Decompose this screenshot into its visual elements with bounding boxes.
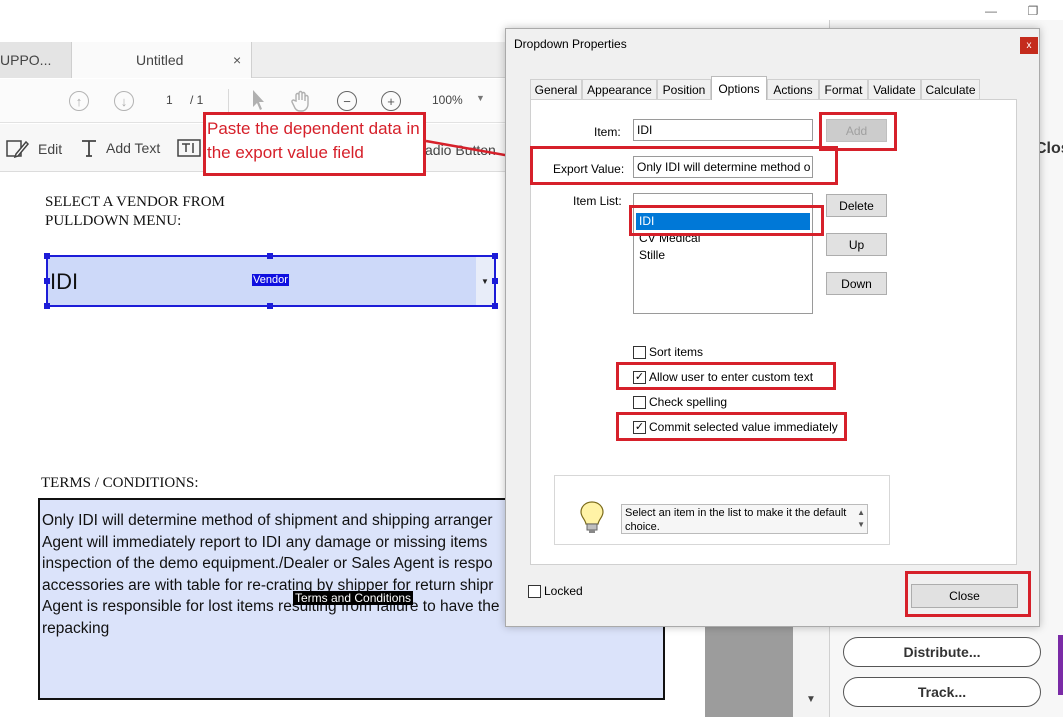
sort-items-checkbox[interactable]: Sort items	[633, 345, 703, 359]
checkbox-label: Locked	[544, 584, 583, 598]
minimize-icon[interactable]: —	[976, 0, 1006, 22]
annotation-text: Paste the dependent data in the export v…	[207, 119, 420, 162]
field-name-tag: Vendor	[252, 274, 289, 286]
resize-handle[interactable]	[44, 303, 50, 309]
edit-button[interactable]: Edit	[6, 138, 62, 160]
tab-position[interactable]: Position	[657, 79, 711, 99]
terms-heading: TERMS / CONDITIONS:	[41, 475, 199, 491]
resize-handle[interactable]	[44, 253, 50, 259]
checkbox-box	[528, 584, 541, 598]
page-number-input[interactable]: 1	[166, 93, 173, 107]
tip-message: Select an item in the list to make it th…	[625, 507, 847, 533]
page-total: / 1	[190, 93, 204, 107]
tab-calculate[interactable]: Calculate	[921, 79, 980, 99]
track-button[interactable]: Track...	[843, 677, 1041, 707]
close-button[interactable]: Close	[911, 584, 1018, 608]
tab-format[interactable]: Format	[819, 79, 868, 99]
tab-options[interactable]: Options	[711, 76, 767, 100]
tab-general[interactable]: General	[530, 79, 582, 99]
text-field-icon	[177, 139, 201, 157]
locked-checkbox[interactable]: Locked	[528, 584, 583, 598]
page-gutter	[705, 620, 793, 717]
check-icon: ✓	[633, 370, 646, 384]
checkbox-label: Check spelling	[649, 395, 728, 409]
tip-scroll-icon[interactable]: ▲ ▼	[857, 507, 865, 531]
document-tab-bar: UPPO... Untitled ×	[0, 42, 520, 78]
tip-text: Select an item in the list to make it th…	[621, 504, 868, 534]
accent-bar	[1058, 635, 1063, 695]
edit-label: Edit	[38, 141, 63, 157]
vendor-dropdown-field[interactable]: IDI Vendor ▼	[44, 253, 498, 309]
resize-handle[interactable]	[267, 253, 273, 259]
window-top-bar: — ❐	[0, 0, 1063, 22]
lightbulb-icon	[580, 501, 604, 533]
edit-icon	[6, 140, 30, 159]
document-scrollbar[interactable]: ▼	[793, 620, 829, 717]
checkbox-box	[633, 395, 646, 409]
export-value-label: Export Value:	[553, 162, 625, 176]
toolbar-divider	[228, 89, 229, 113]
resize-handle[interactable]	[492, 303, 498, 309]
tab-appearance[interactable]: Appearance	[582, 79, 657, 99]
checkbox-label: Commit selected value immediately	[649, 420, 838, 434]
tab-label: Untitled	[136, 52, 184, 68]
export-value-input[interactable]: Only IDI will determine method o	[633, 156, 813, 178]
delete-button[interactable]: Delete	[826, 194, 887, 217]
vendor-heading: SELECT A VENDOR FROM PULLDOWN MENU:	[45, 194, 225, 229]
vendor-field-value: IDI	[50, 269, 79, 294]
list-item[interactable]: IDI	[636, 213, 810, 230]
hand-icon[interactable]	[290, 89, 314, 113]
commit-immediately-checkbox[interactable]: ✓ Commit selected value immediately	[633, 420, 838, 434]
annotation-callout: Paste the dependent data in the export v…	[203, 112, 426, 176]
dialog-title: Dropdown Properties	[514, 37, 627, 51]
zoom-level-select[interactable]: 100%	[432, 93, 463, 107]
tab-actions[interactable]: Actions	[767, 79, 819, 99]
up-button[interactable]: Up	[826, 233, 887, 256]
resize-handle[interactable]	[267, 303, 273, 309]
scroll-down-icon[interactable]: ▼	[793, 694, 829, 705]
zoom-out-icon[interactable]: −	[337, 91, 357, 111]
item-list-label: Item List:	[573, 194, 622, 208]
tab-close-icon[interactable]: ×	[233, 52, 241, 68]
distribute-button[interactable]: Distribute...	[843, 637, 1041, 667]
resize-handle[interactable]	[492, 253, 498, 259]
add-text-label: Add Text	[106, 140, 161, 156]
chevron-down-icon[interactable]: ▼	[476, 93, 485, 103]
field-name-tag: Terms and Conditions	[293, 591, 414, 605]
tab-validate[interactable]: Validate	[868, 79, 921, 99]
item-listbox[interactable]: IDI CV Medical Stille	[633, 193, 813, 314]
checkbox-label: Allow user to enter custom text	[649, 370, 814, 384]
resize-handle[interactable]	[492, 278, 498, 284]
checkbox-box	[633, 345, 646, 359]
restore-icon[interactable]: ❐	[1018, 0, 1048, 22]
tip-panel: Select an item in the list to make it th…	[554, 475, 890, 545]
allow-custom-text-checkbox[interactable]: ✓ Allow user to enter custom text	[633, 370, 813, 384]
close-icon[interactable]: x	[1020, 37, 1038, 54]
dropdown-properties-dialog: Dropdown Properties x General Appearance…	[505, 28, 1040, 627]
add-button[interactable]: Add	[826, 119, 887, 142]
checkbox-label: Sort items	[649, 345, 704, 359]
tab-untitled[interactable]: Untitled ×	[72, 42, 252, 78]
tab-label: UPPO...	[0, 52, 52, 68]
tab-support[interactable]: UPPO...	[0, 42, 72, 78]
resize-handle[interactable]	[44, 278, 50, 284]
page-down-icon[interactable]: ↓	[114, 91, 134, 111]
check-spelling-checkbox[interactable]: Check spelling	[633, 395, 727, 409]
item-label: Item:	[594, 125, 621, 139]
down-button[interactable]: Down	[826, 272, 887, 295]
list-item[interactable]: Stille	[636, 247, 810, 264]
item-input[interactable]: IDI	[633, 119, 813, 141]
add-text-button[interactable]: Add Text	[80, 138, 160, 158]
radio-button-tool-label[interactable]: adio Button	[425, 142, 496, 158]
zoom-in-icon[interactable]: +	[381, 91, 401, 111]
check-icon: ✓	[633, 420, 646, 434]
page-up-icon[interactable]: ↑	[69, 91, 89, 111]
list-item[interactable]: CV Medical	[636, 230, 810, 247]
text-icon	[82, 140, 96, 157]
select-arrow-icon[interactable]	[250, 89, 266, 111]
